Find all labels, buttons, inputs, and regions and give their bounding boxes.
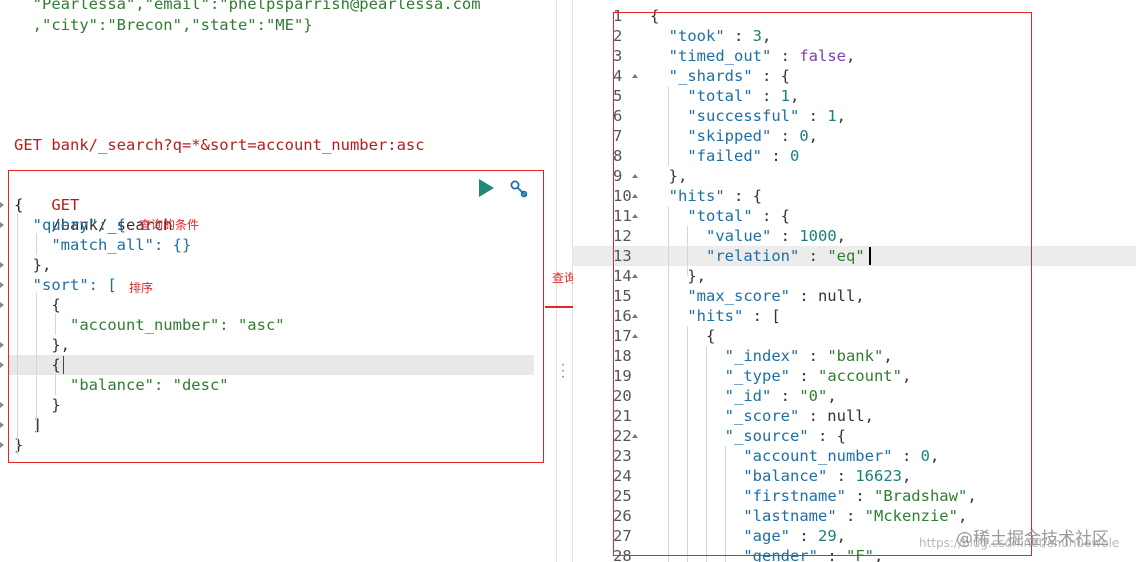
annotation-sort: 排序 bbox=[129, 281, 154, 295]
fold-marker[interactable] bbox=[0, 402, 4, 408]
truncated-line-1: "Pearlessa","email":"phelpsparrish@pearl… bbox=[14, 0, 481, 13]
fold-marker[interactable] bbox=[0, 262, 4, 268]
fold-marker[interactable] bbox=[0, 302, 4, 308]
fold-marker[interactable] bbox=[0, 442, 4, 448]
fold-marker[interactable] bbox=[0, 342, 4, 348]
pane-resize-handle[interactable]: · · · bbox=[560, 359, 566, 383]
response-viewer[interactable]: 1{2 "took" : 3, 3 "timed_out" : false, 4 "… bbox=[573, 0, 1136, 562]
request-annotation-box bbox=[8, 170, 544, 463]
request-editor[interactable]: "Pearlessa","email":"phelpsparrish@pearl… bbox=[0, 0, 556, 562]
truncated-line-2: ,"city":"Brecon","state":"ME"} bbox=[14, 16, 313, 34]
fold-marker[interactable] bbox=[0, 362, 4, 368]
fold-marker[interactable] bbox=[0, 282, 4, 288]
watermark-url: https://blog.csdn.net/shuhuewole bbox=[919, 536, 1120, 550]
fold-marker[interactable] bbox=[0, 202, 4, 208]
response-annotation-box bbox=[613, 12, 1032, 556]
annotation-query-condition: 查询的条件 bbox=[139, 218, 200, 232]
previous-request-line[interactable]: GET bank/_search?q=*&sort=account_number… bbox=[14, 135, 425, 155]
fold-marker[interactable] bbox=[0, 222, 4, 228]
fold-marker[interactable] bbox=[0, 422, 4, 428]
